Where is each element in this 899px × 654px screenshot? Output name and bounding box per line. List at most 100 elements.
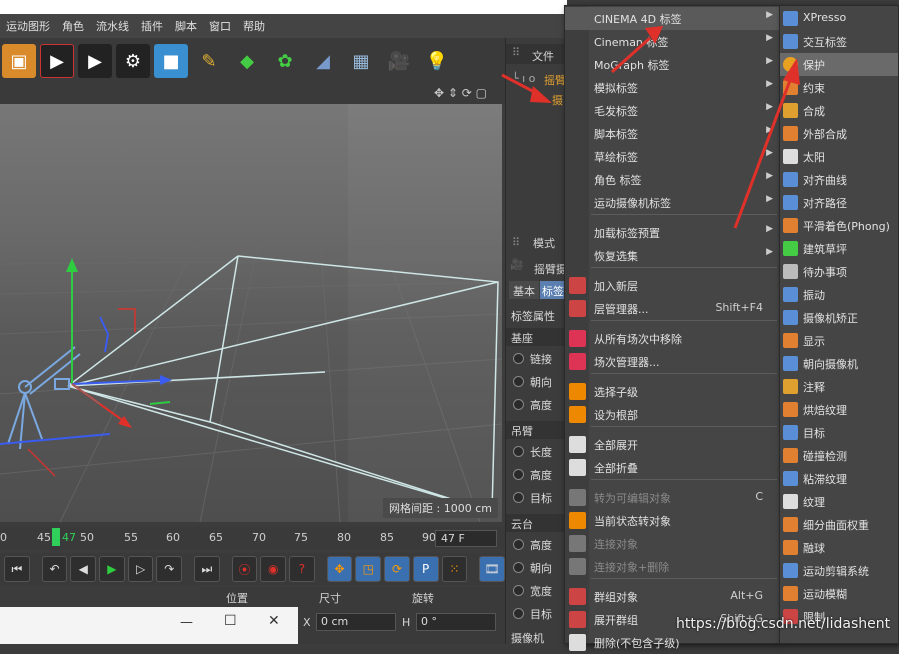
- deformer-icon[interactable]: ◢: [306, 44, 340, 78]
- submenu-item[interactable]: 建筑草坪: [780, 237, 898, 260]
- menu-item[interactable]: 模拟标签 ▶: [565, 76, 779, 99]
- record-key-icon[interactable]: ⦿: [231, 556, 258, 582]
- menu-item[interactable]: 全部展开: [565, 433, 779, 456]
- submenu-item[interactable]: 对齐曲线: [780, 168, 898, 191]
- camera-icon[interactable]: 🎥: [382, 44, 416, 78]
- menu-item[interactable]: 加入新层: [565, 274, 779, 297]
- menu-item[interactable]: MoGraph 标签 ▶: [565, 53, 779, 76]
- menu-item[interactable]: 角色 标签 ▶: [565, 168, 779, 191]
- menu-item[interactable]: 加载标签预置 ▶: [565, 221, 779, 244]
- pen-tool-icon[interactable]: ✎: [192, 44, 226, 78]
- radio-heading2[interactable]: [513, 562, 524, 573]
- next-key-icon[interactable]: ↷: [156, 556, 183, 582]
- submenu-item[interactable]: 纹理: [780, 490, 898, 513]
- playhead[interactable]: [52, 528, 60, 546]
- film-icon[interactable]: 🎞: [479, 556, 505, 582]
- radio-heading[interactable]: [513, 376, 524, 387]
- menu-item[interactable]: 删除(不包含子级): [565, 631, 779, 654]
- radio-length[interactable]: [513, 446, 524, 457]
- key-help-icon[interactable]: ?: [289, 556, 315, 582]
- radio-target2[interactable]: [513, 608, 524, 619]
- submenu-item[interactable]: 摄像机矫正: [780, 306, 898, 329]
- menubar-item[interactable]: 插件: [135, 18, 169, 34]
- submenu-item[interactable]: 平滑着色(Phong): [780, 214, 898, 237]
- submenu-item[interactable]: 振动: [780, 283, 898, 306]
- menu-item[interactable]: 脚本标签 ▶: [565, 122, 779, 145]
- submenu-item[interactable]: 融球: [780, 536, 898, 559]
- submenu-item[interactable]: 显示: [780, 329, 898, 352]
- subdivision-icon[interactable]: ◆: [230, 44, 264, 78]
- submenu-item[interactable]: 细分曲面权重: [780, 513, 898, 536]
- coord-x-field[interactable]: 0 cm: [316, 613, 396, 631]
- floor-icon[interactable]: ▦: [344, 44, 378, 78]
- menu-item[interactable]: 设为根部: [565, 403, 779, 426]
- menu-item[interactable]: 连接对象+删除: [565, 555, 779, 578]
- auto-key-icon[interactable]: ◉: [260, 556, 287, 582]
- prev-frame-icon[interactable]: ◀: [70, 556, 97, 582]
- prev-key-icon[interactable]: ↶: [41, 556, 68, 582]
- object-item-crane[interactable]: 摇臂: [544, 72, 566, 88]
- render-settings-icon[interactable]: ⚙: [116, 44, 150, 78]
- menu-item[interactable]: Cineman 标签 ▶: [565, 30, 779, 53]
- rotate-key-icon[interactable]: ⟳: [384, 556, 410, 582]
- submenu-item[interactable]: 注释: [780, 375, 898, 398]
- scale-key-icon[interactable]: ◳: [355, 556, 382, 582]
- menu-item[interactable]: 连接对象: [565, 532, 779, 555]
- submenu-item[interactable]: 运动剪辑系统: [780, 559, 898, 582]
- menubar-item[interactable]: 脚本: [169, 18, 203, 34]
- submenu-item[interactable]: 运动模糊: [780, 582, 898, 605]
- coord-h-field[interactable]: 0 °: [416, 613, 496, 631]
- submenu-item[interactable]: 交互标签: [780, 30, 898, 53]
- menubar-item[interactable]: 运动图形: [0, 18, 56, 34]
- maximize-button[interactable]: ☐: [224, 613, 237, 629]
- menu-item[interactable]: 恢复选集 ▶: [565, 244, 779, 267]
- pla-key-icon[interactable]: ⁙: [441, 556, 468, 582]
- submenu-item[interactable]: 外部合成: [780, 122, 898, 145]
- submenu-item[interactable]: 约束: [780, 76, 898, 99]
- submenu-item[interactable]: 待办事项: [780, 260, 898, 283]
- submenu-item[interactable]: 目标: [780, 421, 898, 444]
- radio-height2[interactable]: [513, 469, 524, 480]
- submenu-item[interactable]: XPresso: [780, 7, 898, 30]
- submenu-item[interactable]: 朝向摄像机: [780, 352, 898, 375]
- menubar-item[interactable]: 流水线: [90, 18, 135, 34]
- cube-object-icon[interactable]: ■: [154, 44, 188, 78]
- mode-menu-label[interactable]: 模式: [533, 235, 555, 251]
- object-item-camera[interactable]: 摄: [552, 92, 563, 108]
- submenu-item[interactable]: 对齐路径: [780, 191, 898, 214]
- current-frame-field[interactable]: 47 F: [435, 530, 497, 547]
- menubar-item[interactable]: 角色: [56, 18, 90, 34]
- cloner-icon[interactable]: ✿: [268, 44, 302, 78]
- tab-basic[interactable]: 基本: [509, 281, 539, 299]
- goto-start-icon[interactable]: ⏮: [4, 556, 30, 582]
- menu-item[interactable]: 转为可编辑对象 C: [565, 486, 779, 509]
- radio-height[interactable]: [513, 399, 524, 410]
- render-picture-icon[interactable]: ▶: [78, 44, 112, 78]
- file-menu-label[interactable]: 文件: [532, 48, 554, 64]
- submenu-item[interactable]: 合成: [780, 99, 898, 122]
- move-key-icon[interactable]: ✥: [326, 556, 353, 582]
- param-key-icon[interactable]: P: [412, 556, 439, 582]
- render-view-icon[interactable]: ▶: [40, 44, 74, 78]
- viewport-nav-icons[interactable]: ✥ ⇕ ⟳ ▢: [434, 86, 487, 100]
- next-frame-icon[interactable]: ▷: [127, 556, 154, 582]
- menu-item[interactable]: CINEMA 4D 标签 ▶: [565, 7, 779, 30]
- timeline-ruler[interactable]: 0 45 47 50 55 60 65 70 75 80 85 90 47 F: [0, 527, 505, 549]
- radio-link[interactable]: [513, 353, 524, 364]
- minimize-button[interactable]: —: [180, 615, 193, 630]
- menubar-item[interactable]: 帮助: [237, 18, 271, 34]
- menu-item[interactable]: 选择子级: [565, 380, 779, 403]
- menu-item[interactable]: 层管理器... Shift+F4: [565, 297, 779, 320]
- menu-item[interactable]: 毛发标签 ▶: [565, 99, 779, 122]
- submenu-item[interactable]: 碰撞检测: [780, 444, 898, 467]
- close-button[interactable]: ✕: [268, 613, 280, 629]
- menu-item[interactable]: 场次管理器...: [565, 350, 779, 373]
- menu-item[interactable]: 群组对象 Alt+G: [565, 585, 779, 608]
- submenu-item[interactable]: 烘焙纹理: [780, 398, 898, 421]
- play-icon[interactable]: ▶: [99, 556, 125, 582]
- radio-height3[interactable]: [513, 539, 524, 550]
- menu-item[interactable]: 从所有场次中移除: [565, 327, 779, 350]
- light-icon[interactable]: 💡: [420, 44, 454, 78]
- goto-end-icon[interactable]: ⏭: [194, 556, 220, 582]
- radio-target[interactable]: [513, 492, 524, 503]
